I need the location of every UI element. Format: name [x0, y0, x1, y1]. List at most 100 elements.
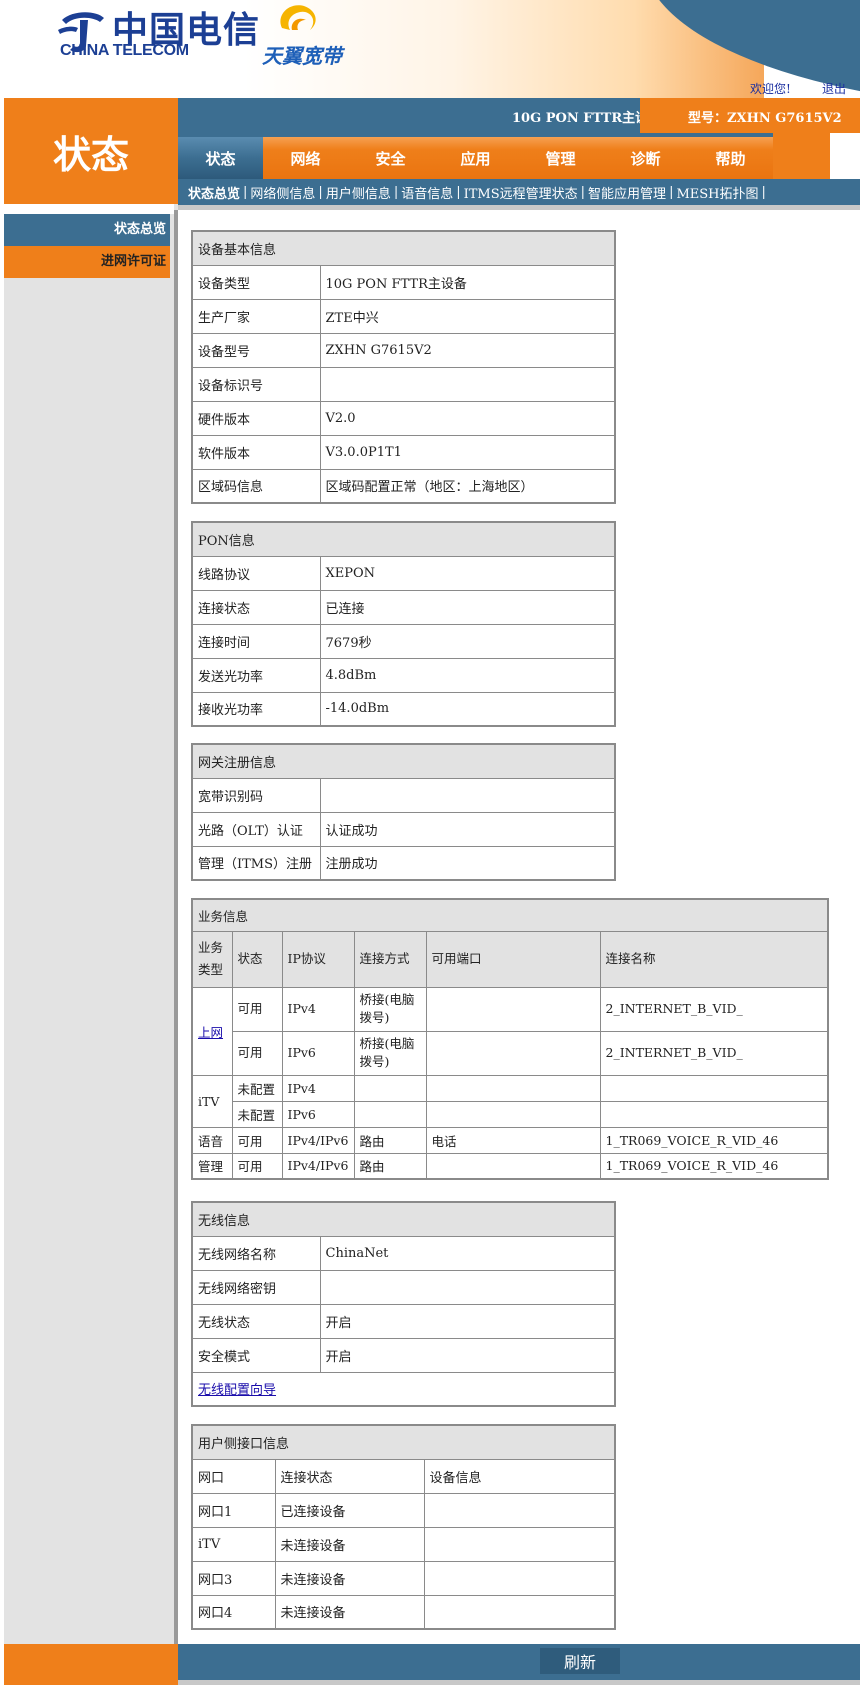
cell: 1_TR069_VOICE_R_VID_46 — [599, 1126, 829, 1154]
subnav-mesh-topology[interactable]: MESH拓扑图 — [676, 183, 758, 202]
subnav-network-side[interactable]: 网络侧信息 — [250, 183, 315, 202]
wireless-info-table: 无线信息 无线网络名称 ChinaNet 无线网络密钥 无线状态 开启 安全模式 开启… — [191, 1201, 616, 1407]
cell: 可用 — [231, 986, 283, 1032]
cell: 2_INTERNET_B_VID_ — [599, 1030, 829, 1076]
cell — [423, 1492, 616, 1528]
cell: 桥接(电脑拨号) — [353, 1030, 427, 1076]
sub-brand: 天翼宽带 — [262, 44, 342, 68]
row-label: 无线状态 — [191, 1303, 321, 1339]
service-type-cell: iTV — [191, 1074, 233, 1128]
row-value: -14.0dBm — [319, 691, 616, 727]
row-value — [319, 777, 616, 813]
main-tabs: 状态 网络 安全 应用 管理 诊断 帮助 — [178, 133, 860, 179]
col-header: 网口 — [191, 1458, 276, 1494]
cell: 网口3 — [191, 1560, 276, 1596]
footer-bar — [178, 1644, 860, 1680]
service-type-cell: 上网 — [191, 986, 233, 1076]
cell: 路由 — [353, 1126, 427, 1154]
cell: 未配置 — [231, 1100, 283, 1128]
col-header: 连接名称 — [599, 930, 829, 988]
row-value: 认证成功 — [319, 811, 616, 847]
pon-info-table: PON信息 线路协议 XEPON 连接状态 已连接 连接时间 7679秒 发送光功率 4… — [191, 521, 616, 727]
subnav-status-overview[interactable]: 状态总览 — [188, 183, 240, 202]
cell — [423, 1526, 616, 1562]
tianyi-broadband-logo: 天翼宽带 — [262, 0, 342, 68]
row-label: 设备标识号 — [191, 366, 321, 402]
row-value: 4.8dBm — [319, 657, 616, 693]
cell — [599, 1074, 829, 1102]
row-value: 已连接 — [319, 589, 616, 625]
row-value: 注册成功 — [319, 845, 616, 881]
header-banner: 中国电信 CHINA TELECOM 天翼宽带 欢迎您! 退出 — [4, 0, 860, 98]
col-header: 业务类型 — [191, 930, 233, 988]
col-header: 连接方式 — [353, 930, 427, 988]
cell — [425, 1030, 601, 1076]
device-info-table: 设备基本信息 设备类型 10G PON FTTR主设备 生产厂家 ZTE中兴 设备型… — [191, 230, 616, 504]
user-ports-table: 用户侧接口信息 网口 连接状态 设备信息 网口1 已连接设备 iTV 未连接设备 网… — [191, 1424, 616, 1630]
row-value: 10G PON FTTR主设备 — [319, 264, 616, 300]
cell: IPv4 — [281, 986, 355, 1032]
sidebar-item-status-overview[interactable]: 状态总览 — [4, 214, 170, 246]
cell: IPv4/IPv6 — [281, 1152, 355, 1180]
tab-diagnosis[interactable]: 诊断 — [603, 133, 688, 179]
page-title: 状态 — [52, 132, 129, 177]
row-value: 开启 — [319, 1337, 616, 1373]
col-header: 可用端口 — [425, 930, 601, 988]
cell: 未连接设备 — [274, 1594, 425, 1630]
gateway-info-title: 网关注册信息 — [191, 743, 616, 779]
tab-management[interactable]: 管理 — [518, 133, 603, 179]
row-value: ZXHN G7615V2 — [319, 332, 616, 368]
row-value: V3.0.0P1T1 — [319, 434, 616, 470]
cell: IPv6 — [281, 1030, 355, 1076]
cell — [425, 1152, 601, 1180]
tab-security[interactable]: 安全 — [348, 133, 433, 179]
row-label: 硬件版本 — [191, 400, 321, 436]
pon-info-title: PON信息 — [191, 521, 616, 557]
row-label: 生产厂家 — [191, 298, 321, 334]
tab-help[interactable]: 帮助 — [688, 133, 773, 179]
subnav-smart-app[interactable]: 智能应用管理 — [588, 183, 666, 202]
row-label: 无线网络名称 — [191, 1235, 321, 1271]
welcome-link[interactable]: 欢迎您! — [750, 80, 791, 97]
logout-link[interactable]: 退出 — [822, 80, 846, 97]
sub-navigation: 状态总览 | 网络侧信息 | 用户侧信息 | 语音信息 | ITMS远程管理状态 | 智能… — [178, 179, 860, 205]
row-label: 安全模式 — [191, 1337, 321, 1373]
cell: 桥接(电脑拨号) — [353, 986, 427, 1032]
tab-status[interactable]: 状态 — [178, 133, 263, 179]
cell: 可用 — [231, 1126, 283, 1154]
cell: 已连接设备 — [274, 1492, 425, 1528]
row-value — [319, 366, 616, 402]
cell — [423, 1594, 616, 1630]
row-label: 连接状态 — [191, 589, 321, 625]
footer-strip — [178, 1680, 860, 1685]
tab-application[interactable]: 应用 — [433, 133, 518, 179]
subnav-itms[interactable]: ITMS远程管理状态 — [464, 183, 578, 202]
col-header: IP协议 — [281, 930, 355, 988]
row-value: V2.0 — [319, 400, 616, 436]
sidebar-gap — [4, 204, 174, 214]
cell: 可用 — [231, 1030, 283, 1076]
cell: 未连接设备 — [274, 1526, 425, 1562]
gateway-info-table: 网关注册信息 宽带识别码 光路（OLT）认证 认证成功 管理（ITMS）注册 注册成… — [191, 743, 616, 881]
cell: 网口4 — [191, 1594, 276, 1630]
user-ports-title: 用户侧接口信息 — [191, 1424, 616, 1460]
cell — [599, 1100, 829, 1128]
cell: 2_INTERNET_B_VID_ — [599, 986, 829, 1032]
row-label: 发送光功率 — [191, 657, 321, 693]
tab-network[interactable]: 网络 — [263, 133, 348, 179]
sidebar-item-license[interactable]: 进网许可证 — [4, 246, 170, 278]
wireless-wizard-link[interactable]: 无线配置向导 — [198, 1383, 276, 1398]
row-label: 连接时间 — [191, 623, 321, 659]
cell: 未连接设备 — [274, 1560, 425, 1596]
wizard-cell: 无线配置向导 — [191, 1371, 616, 1407]
wireless-info-title: 无线信息 — [191, 1201, 616, 1237]
subnav-voice[interactable]: 语音信息 — [401, 183, 453, 202]
row-label: 线路协议 — [191, 555, 321, 591]
subnav-user-side[interactable]: 用户侧信息 — [326, 183, 391, 202]
sidebar-divider — [174, 210, 178, 1644]
refresh-button[interactable]: 刷新 — [540, 1648, 620, 1674]
cell — [425, 1100, 601, 1128]
internet-service-link[interactable]: 上网 — [198, 1025, 223, 1040]
sidebar — [4, 204, 178, 1644]
row-value: ZTE中兴 — [319, 298, 616, 334]
